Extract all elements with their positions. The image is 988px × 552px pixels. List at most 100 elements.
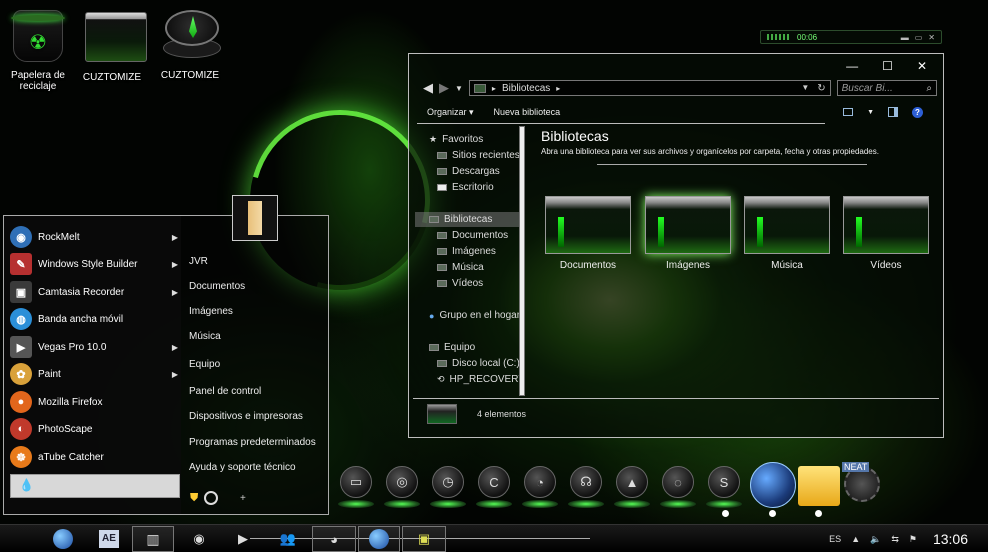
taskbar-users-icon[interactable]: 👥 xyxy=(276,526,300,552)
taskbar-explorer-button[interactable]: ▥ xyxy=(132,526,174,552)
preview-pane-icon[interactable] xyxy=(888,107,898,117)
nav-recent-sites[interactable]: Sitios recientes xyxy=(437,148,520,163)
place-devices-printers[interactable]: Dispositivos e impresoras xyxy=(189,411,303,422)
shutdown-options-button[interactable]: + xyxy=(240,493,246,504)
history-dropdown-icon[interactable]: ▼ xyxy=(455,84,463,93)
taskbar-after-effects-icon[interactable]: AE xyxy=(96,526,122,552)
refresh-icon[interactable]: ↻ xyxy=(817,83,825,94)
dock-app-5[interactable]: ◔ xyxy=(522,466,558,508)
nav-downloads[interactable]: Descargas xyxy=(437,164,500,179)
library-videos[interactable]: Vídeos xyxy=(841,196,931,271)
nav-libraries[interactable]: Bibliotecas xyxy=(415,212,519,227)
place-documents[interactable]: Documentos xyxy=(189,281,245,292)
cuztomize-disc-desktop-icon[interactable]: CUZTOMIZE xyxy=(152,8,228,81)
nav-computer[interactable]: Equipo xyxy=(429,340,475,355)
taskbar: AE ▥ ◉ ▶ 👥 ◕ ▣ ES ▲ 🔈 ⇆ ⚑ 13:06 xyxy=(0,524,988,552)
navigation-scrollbar[interactable] xyxy=(519,126,525,396)
library-images[interactable]: Imágenes xyxy=(643,196,733,271)
dock-folder-icon[interactable] xyxy=(798,466,840,506)
place-help-support[interactable]: Ayuda y soporte técnico xyxy=(189,462,296,473)
place-images[interactable]: Imágenes xyxy=(189,306,233,317)
nav-desktop[interactable]: Escritorio xyxy=(437,180,494,195)
program-photoscape[interactable]: ◐ PhotoScape xyxy=(10,417,178,441)
desktop-icon xyxy=(437,184,447,191)
maximize-icon[interactable]: ▭ xyxy=(915,33,923,42)
forward-arrow-icon[interactable]: ▶ xyxy=(439,80,449,96)
help-icon[interactable]: ? xyxy=(912,106,923,118)
dock-network-globe[interactable] xyxy=(750,462,796,508)
shutdown-button[interactable]: ⛊ xyxy=(190,491,219,505)
place-computer[interactable]: Equipo xyxy=(189,359,220,370)
search-icon: ⌕ xyxy=(926,83,932,94)
mini-player-widget[interactable]: 00:06 ▬ ▭ ✕ xyxy=(760,30,942,44)
window-minimize-button[interactable]: — xyxy=(846,59,858,73)
clock-icon: ◷ xyxy=(432,466,464,498)
view-dropdown-icon[interactable]: ▼ xyxy=(867,109,874,116)
view-options-icon[interactable] xyxy=(843,108,854,116)
folder-icon: ▥ xyxy=(146,530,160,547)
library-music[interactable]: Música xyxy=(742,196,832,271)
address-bar[interactable]: ▸ Bibliotecas ▸ ▼ ↻ xyxy=(468,80,831,96)
dock-laptop[interactable]: ▭ xyxy=(338,466,374,508)
nav-favorites[interactable]: ★ Favoritos xyxy=(429,132,483,147)
start-apple-icon[interactable] xyxy=(6,526,32,552)
window-maximize-button[interactable]: ☐ xyxy=(882,59,893,73)
dock-app-7[interactable]: ▲ xyxy=(614,466,650,508)
program-mobile-broadband[interactable]: ◍ Banda ancha móvil xyxy=(10,307,178,331)
nav-recovery[interactable]: ⟲ HP_RECOVERY xyxy=(437,372,525,387)
place-music[interactable]: Música xyxy=(189,331,221,342)
taskbar-active-app-button[interactable]: ▣ xyxy=(402,526,446,552)
dock-app-2[interactable]: ◎ xyxy=(384,466,420,508)
network-icon[interactable]: ⇆ xyxy=(891,534,899,545)
taskbar-network-button[interactable] xyxy=(358,526,400,552)
cuztomize-folder-desktop-icon[interactable]: CUZTOMIZE xyxy=(74,8,150,83)
place-control-panel[interactable]: Panel de control xyxy=(189,386,261,397)
nav-music[interactable]: Música xyxy=(437,260,484,275)
organize-button[interactable]: Organizar ▾ xyxy=(427,107,474,118)
volume-icon[interactable]: 🔈 xyxy=(870,534,881,545)
taskbar-play-icon[interactable]: ▶ xyxy=(232,526,254,552)
program-camtasia-recorder[interactable]: ▣ Camtasia Recorder ▶ xyxy=(10,280,178,304)
nav-images[interactable]: Imágenes xyxy=(437,244,496,259)
program-vegas-pro[interactable]: ▶ Vegas Pro 10.0 ▶ xyxy=(10,335,178,359)
dock-app-4[interactable]: C xyxy=(476,466,512,508)
dock-headphones[interactable]: ☊ xyxy=(568,466,604,508)
place-default-programs[interactable]: Programas predeterminados xyxy=(189,437,316,448)
library-documents[interactable]: Documentos xyxy=(543,196,633,271)
user-avatar[interactable] xyxy=(232,195,278,241)
nav-local-disk[interactable]: Disco local (C:) xyxy=(437,356,520,371)
place-jvr[interactable]: JVR xyxy=(189,256,208,267)
dock-neat-icon[interactable]: NEAT xyxy=(842,462,884,506)
orb-icon: ◌ xyxy=(662,466,694,498)
window-close-button[interactable]: ✕ xyxy=(917,59,927,73)
recycle-bin-desktop-icon[interactable]: ☢ Papelera de reciclaje xyxy=(0,8,76,92)
back-arrow-icon[interactable]: ◀ xyxy=(423,80,433,96)
close-icon[interactable]: ✕ xyxy=(928,33,935,42)
show-hidden-icons-icon[interactable]: ▲ xyxy=(851,534,860,544)
taskbar-finder-button[interactable]: ◕ xyxy=(312,526,356,552)
dock-skype[interactable]: S xyxy=(706,466,742,508)
address-dropdown-icon[interactable]: ▼ xyxy=(801,83,809,94)
nav-videos[interactable]: Vídeos xyxy=(437,276,483,291)
clock[interactable]: 13:06 xyxy=(933,531,968,547)
taskbar-firefox-icon[interactable]: ◉ xyxy=(186,526,212,552)
program-windows-style-builder[interactable]: ✎ Windows Style Builder ▶ xyxy=(10,252,178,276)
program-firefox[interactable]: ● Mozilla Firefox xyxy=(10,390,178,414)
dock-app-8[interactable]: ◌ xyxy=(660,466,696,508)
new-library-button[interactable]: Nueva biblioteca xyxy=(494,107,561,117)
program-rockmelt[interactable]: ◉ RockMelt ▶ xyxy=(10,225,178,249)
start-search-input[interactable]: 💧 xyxy=(10,474,180,498)
skype-icon: S xyxy=(708,466,740,498)
vegas-icon: ▶ xyxy=(10,336,32,358)
minimize-icon[interactable]: ▬ xyxy=(901,33,909,42)
program-atube-catcher[interactable]: ☸ aTube Catcher xyxy=(10,445,178,469)
downloads-icon xyxy=(437,168,447,175)
nav-documents[interactable]: Documentos xyxy=(437,228,508,243)
search-input[interactable]: Buscar Bi... ⌕ xyxy=(836,80,937,96)
taskbar-globe-icon[interactable] xyxy=(50,526,76,552)
action-center-icon[interactable]: ⚑ xyxy=(909,534,917,545)
nav-homegroup[interactable]: ● Grupo en el hogar xyxy=(429,308,520,323)
program-paint[interactable]: ✿ Paint ▶ xyxy=(10,362,178,386)
language-indicator[interactable]: ES xyxy=(829,534,841,544)
dock-app-3[interactable]: ◷ xyxy=(430,466,466,508)
